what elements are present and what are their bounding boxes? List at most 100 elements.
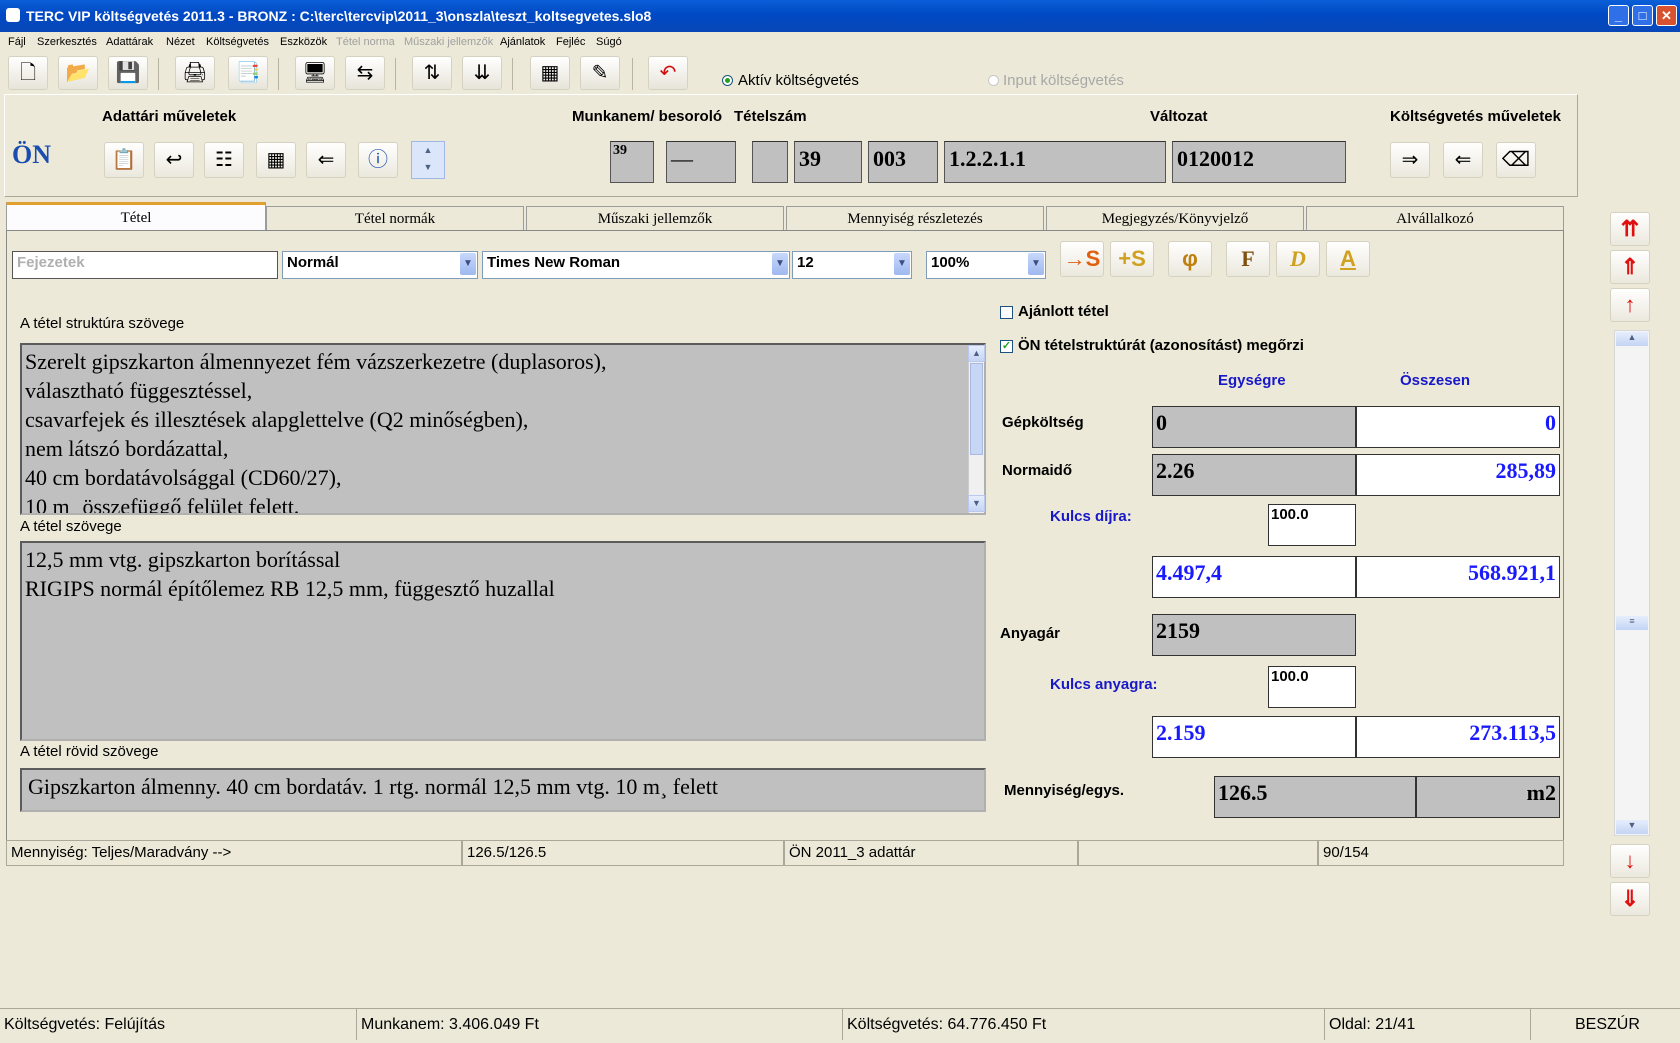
keep-structure-checkbox[interactable]: ✓ [1000,340,1013,353]
dollar-insert-icon[interactable]: →S [1060,241,1104,277]
structure-scrollbar[interactable]: ▲ ▼ [968,345,985,513]
fee-key-input[interactable]: 100.0 [1268,504,1356,546]
move-top-icon[interactable]: ⇈ [1610,212,1650,246]
structure-textarea[interactable]: Szerelt gipszkarton álmennyezet fém vázs… [20,343,986,515]
window-title: TERC VIP költségvetés 2011.3 - BRONZ : C… [26,8,652,24]
menu-item-norm: Tétel norma [336,36,395,48]
chevron-down-icon[interactable]: ▼ [772,253,788,275]
info-icon[interactable]: ⓘ [358,142,398,178]
tab-alvallalkozo[interactable]: Alvállalkozó [1306,206,1564,230]
scroll-down-icon[interactable]: ▼ [1616,820,1648,834]
database-ops-heading: Adattári műveletek [102,108,237,125]
italic-icon[interactable]: D [1276,241,1320,277]
menu-tools[interactable]: Eszközök [280,36,327,48]
style-select[interactable]: Normál ▼ [282,251,478,279]
work-category-total-status: Munkanem: 3.406.049 Ft [356,1008,842,1040]
item-textarea[interactable]: 12,5 mm vtg. gipszkarton borítással RIGI… [20,541,986,741]
structure-line: csavarfejek és illesztések alapglettelve… [25,407,529,432]
minimize-button[interactable]: _ [1608,5,1629,26]
undo-icon[interactable]: ↶ [648,56,688,90]
tab-muszaki-jellemzok[interactable]: Műszaki jellemzők [526,206,784,230]
active-budget-radio[interactable] [722,75,733,86]
merge-down-icon[interactable]: ⇊ [462,56,502,90]
save-icon[interactable]: 💾 [108,56,148,90]
structure-line: Szerelt gipszkarton álmennyezet fém vázs… [25,349,607,374]
edit-table-icon[interactable]: ✎ [580,56,620,90]
structure-line: 40 cm bordatávolsággal (CD60/27), [25,465,342,490]
menu-edit[interactable]: Szerkesztés [37,36,97,48]
grid-view-icon[interactable]: ▦ [256,142,296,178]
classifier-box: — [666,141,736,183]
dollar-add-icon[interactable]: +S [1110,241,1154,277]
toolbar-separator [278,58,279,90]
menu-offers[interactable]: Ajánlatok [500,36,545,48]
print-icon[interactable]: 🖨 [175,56,215,90]
open-folder-icon[interactable]: 📂 [58,56,98,90]
menu-view[interactable]: Nézet [166,36,195,48]
tab-tetel[interactable]: Tétel [6,202,266,232]
toolbar-separator [632,58,633,90]
chevron-down-icon[interactable]: ▼ [1028,253,1044,275]
export-icon[interactable]: 🖥 [295,56,335,90]
recommended-label: Ajánlott tétel [1018,303,1109,320]
sort-icon[interactable]: ⇅ [412,56,452,90]
short-textarea[interactable]: Gipszkarton álmenny. 40 cm bordatáv. 1 r… [20,768,986,812]
zoom-value: 100% [931,254,970,271]
bold-icon[interactable]: F [1226,241,1270,277]
item-line: RIGIPS normál építőlemez RB 12,5 mm, füg… [25,576,555,601]
title-bar: TERC VIP költségvetés 2011.3 - BRONZ : C… [0,0,1680,32]
machine-cost-total: 0 [1356,406,1560,448]
chevron-down-icon[interactable]: ▼ [894,253,910,275]
budget-replace-icon[interactable]: ⇐ [1443,142,1483,178]
scroll-thumb[interactable]: ≡ [1616,616,1648,630]
tab-mennyiseg-reszletezes[interactable]: Mennyiség részletezés [786,206,1044,230]
item-number-part-2: 003 [868,141,938,183]
item-number-part-1: 39 [794,141,862,183]
insert-mode-status: BESZÚR [1530,1008,1680,1040]
scroll-up-icon[interactable]: ▲ [968,345,985,362]
symbol-icon[interactable]: φ [1168,241,1212,277]
move-down-icon[interactable]: ↓ [1610,844,1650,878]
menu-header[interactable]: Fejléc [556,36,585,48]
spinner-icon[interactable]: ▲ ▼ [411,141,445,179]
navigation-scrollbar[interactable]: ▲ ≡ ▼ [1614,330,1650,836]
menu-file[interactable]: Fájl [8,36,26,48]
chapters-input[interactable]: Fejezetek [12,251,278,279]
size-select[interactable]: 12 ▼ [792,251,912,279]
scroll-up-icon[interactable]: ▲ [1616,332,1648,346]
material-price-box: 2159 [1152,614,1356,656]
tree-view-icon[interactable]: ☷ [204,142,244,178]
tab-tetel-normak[interactable]: Tétel normák [266,206,524,230]
move-page-down-icon[interactable]: ⇓ [1610,882,1650,916]
scroll-thumb[interactable] [970,363,983,455]
unit-box: m2 [1416,776,1560,818]
import-icon[interactable]: ⇆ [345,56,385,90]
load-item-icon[interactable]: ⇐ [306,142,346,178]
database-return-icon[interactable]: ↩ [154,142,194,178]
menu-help[interactable]: Súgó [596,36,622,48]
recommended-checkbox[interactable] [1000,306,1013,319]
new-file-icon[interactable]: 🗋 [8,56,48,90]
move-up-icon[interactable]: ↑ [1610,288,1650,322]
scroll-down-icon[interactable]: ▼ [968,495,985,512]
tab-megjegyzes[interactable]: Megjegyzés/Könyvjelző [1046,206,1304,230]
per-unit-heading: Egységre [1218,372,1286,389]
budget-insert-icon[interactable]: ⇒ [1390,142,1430,178]
font-select[interactable]: Times New Roman ▼ [482,251,790,279]
table-icon[interactable]: ▦ [530,56,570,90]
move-page-up-icon[interactable]: ⇑ [1610,250,1650,284]
chevron-down-icon[interactable]: ▼ [460,253,476,275]
material-key-input[interactable]: 100.0 [1268,666,1356,708]
menu-databases[interactable]: Adattárak [106,36,153,48]
material-total: 273.113,5 [1356,716,1560,758]
database-pick-icon[interactable]: 📋 [104,142,144,178]
menu-budget[interactable]: Költségvetés [206,36,269,48]
norm-time-unit: 2.26 [1152,454,1356,496]
maximize-button[interactable]: □ [1632,5,1653,26]
close-button[interactable]: ✕ [1656,5,1677,26]
zoom-select[interactable]: 100% ▼ [926,251,1046,279]
underline-icon[interactable]: A [1326,241,1370,277]
norm-time-label: Normaidő [1002,462,1073,479]
print-preview-icon[interactable]: 📑 [228,56,268,90]
eraser-icon[interactable]: ⌫ [1496,142,1536,178]
